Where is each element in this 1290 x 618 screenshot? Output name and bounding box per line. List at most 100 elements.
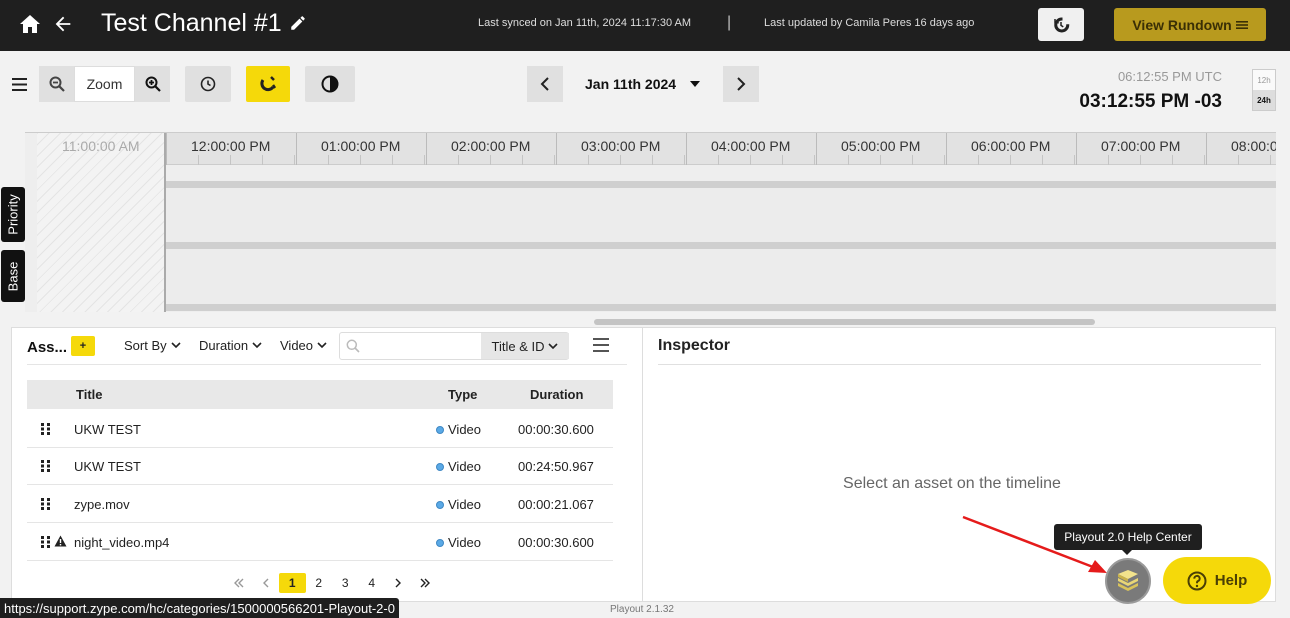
last-page-button[interactable]: [412, 573, 439, 593]
format-24h-option[interactable]: 24h: [1253, 90, 1275, 110]
header-separator: |: [727, 14, 732, 31]
timeline-track-divider: [166, 304, 1276, 311]
search-icon: [346, 339, 360, 353]
help-center-button[interactable]: [1105, 558, 1151, 604]
view-rundown-label: View Rundown: [1132, 16, 1232, 33]
list-options-icon[interactable]: [593, 338, 609, 352]
timeline-track-divider: [166, 181, 1276, 188]
page-1-button[interactable]: 1: [279, 573, 306, 593]
previous-day-button[interactable]: [527, 66, 563, 102]
history-icon: [1054, 16, 1070, 32]
asset-type-label: Video: [448, 535, 482, 550]
page-3-button[interactable]: 3: [332, 573, 359, 593]
local-time: 03:12:55 PM -03: [1079, 91, 1222, 112]
history-button[interactable]: [1038, 8, 1084, 41]
last-updated-text: Last updated by Camila Peres 16 days ago: [764, 17, 975, 29]
zoom-label: Zoom: [74, 66, 135, 102]
chevron-down-icon: [171, 342, 181, 349]
timeline-scrollbar[interactable]: [594, 319, 1095, 325]
type-filter-dropdown[interactable]: Video: [280, 338, 327, 353]
page-2-button[interactable]: 2: [306, 573, 333, 593]
utc-time: 06:12:55 PM UTC: [1117, 69, 1222, 84]
asset-duration: 00:00:30.600: [518, 422, 594, 437]
asset-type: Video: [436, 535, 481, 550]
asset-duration: 00:24:50.967: [518, 459, 594, 474]
inspector-divider: [658, 364, 1261, 365]
asset-title: night_video.mp4: [74, 535, 170, 550]
asset-type-label: Video: [448, 497, 482, 512]
assets-panel: Ass... + Sort By Duration Video Title & …: [11, 327, 643, 602]
asset-type-label: Video: [448, 459, 482, 474]
magnet-icon: [260, 76, 277, 92]
page-4-button[interactable]: 4: [359, 573, 386, 593]
timeline-hour-label: 03:00:00 PM: [556, 133, 686, 165]
video-type-dot: [436, 500, 444, 509]
clock-icon: [200, 76, 216, 92]
timeline-past-region: [37, 133, 166, 312]
table-row[interactable]: UKW TEST Video 00:24:50.967: [27, 447, 613, 485]
zoom-in-button[interactable]: [135, 66, 170, 102]
table-row[interactable]: UKW TEST Video 00:00:30.600: [27, 410, 613, 448]
search-scope-dropdown[interactable]: Title & ID: [481, 333, 569, 359]
pagination: 1 2 3 4: [226, 573, 438, 593]
next-page-button[interactable]: [385, 573, 412, 593]
timeline-ruler: 12:00:00 PM 01:00:00 PM 02:00:00 PM 03:00:0…: [166, 133, 1276, 165]
snap-magnet-button[interactable]: [246, 66, 290, 102]
duration-filter-label: Duration: [199, 338, 249, 353]
app-version: Playout 2.1.32: [610, 604, 674, 615]
chevron-left-icon: [540, 77, 549, 91]
asset-type: Video: [436, 422, 481, 437]
edit-pencil-icon[interactable]: [289, 14, 307, 32]
view-rundown-button[interactable]: View Rundown: [1114, 8, 1266, 41]
table-row[interactable]: zype.mov Video 00:00:21.067: [27, 485, 613, 523]
back-arrow-icon[interactable]: [52, 13, 74, 35]
timeline-track-divider: [166, 242, 1276, 249]
timeline-hour-label: 01:00:00 PM: [296, 133, 426, 165]
help-button-label: Help: [1214, 572, 1248, 589]
priority-track-label: Priority: [1, 187, 25, 242]
chevron-down-icon: [252, 342, 262, 349]
column-title[interactable]: Title: [76, 387, 103, 402]
timeline-hour-label: 04:00:00 PM: [686, 133, 816, 165]
chevron-right-icon: [395, 578, 402, 588]
format-12h-option[interactable]: 12h: [1253, 70, 1275, 90]
zoom-out-button[interactable]: [39, 66, 74, 102]
last-synced-text: Last synced on Jan 11th, 2024 11:17:30 A…: [478, 17, 692, 29]
drag-handle-icon[interactable]: [41, 536, 50, 548]
theme-toggle-button[interactable]: [305, 66, 355, 102]
drag-handle-icon[interactable]: [41, 498, 50, 510]
sort-by-dropdown[interactable]: Sort By: [124, 338, 181, 353]
next-day-button[interactable]: [723, 66, 759, 102]
caret-down-icon[interactable]: [690, 81, 700, 87]
priority-track[interactable]: [166, 188, 1276, 242]
column-type[interactable]: Type: [448, 387, 477, 402]
first-page-button[interactable]: [226, 573, 253, 593]
assets-table-header: Title Type Duration: [27, 380, 613, 409]
clock-button[interactable]: [185, 66, 231, 102]
tooltip-pointer: [1121, 549, 1133, 555]
search-input[interactable]: [364, 336, 476, 356]
add-asset-button[interactable]: +: [71, 336, 95, 356]
home-icon[interactable]: [18, 12, 42, 36]
assets-divider: [27, 364, 627, 365]
duration-filter-dropdown[interactable]: Duration: [199, 338, 262, 353]
drag-handle-icon[interactable]: [41, 423, 50, 435]
drag-handle-icon[interactable]: [41, 460, 50, 472]
inspector-empty-message: Select an asset on the timeline: [843, 475, 1061, 492]
asset-title: zype.mov: [74, 497, 130, 512]
help-button[interactable]: Help: [1163, 557, 1271, 604]
timeline-hour-label: 05:00:00 PM: [816, 133, 946, 165]
date-selector[interactable]: Jan 11th 2024: [585, 76, 676, 92]
help-center-tooltip: Playout 2.0 Help Center: [1054, 524, 1202, 550]
assets-title: Ass...: [27, 339, 68, 356]
base-track[interactable]: [166, 249, 1276, 304]
table-row[interactable]: night_video.mp4 Video 00:00:30.600: [27, 523, 613, 561]
previous-page-button[interactable]: [253, 573, 280, 593]
menu-icon[interactable]: [12, 78, 27, 91]
sort-by-label: Sort By: [124, 338, 167, 353]
timeline-hour-label: 02:00:00 PM: [426, 133, 556, 165]
chevron-right-icon: [737, 77, 746, 91]
timeline[interactable]: 11:00:00 AM 12:00:00 PM 01:00:00 PM 02:00:…: [25, 132, 1276, 312]
column-duration[interactable]: Duration: [530, 387, 583, 402]
top-bar: Test Channel #1 Last synced on Jan 11th,…: [0, 0, 1290, 51]
